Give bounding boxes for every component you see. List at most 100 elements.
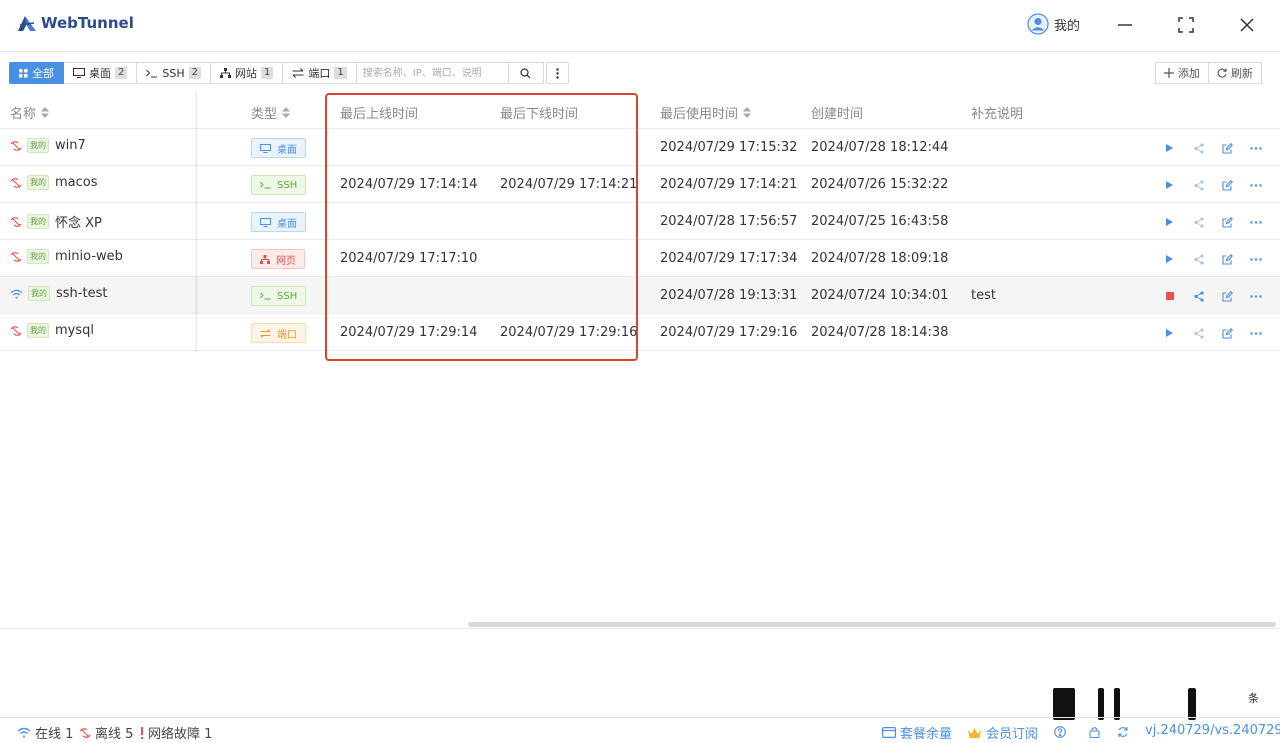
lock-icon[interactable] — [1089, 726, 1100, 738]
created-cell: 2024/07/28 18:09:18 — [811, 251, 949, 266]
help-icon[interactable] — [1054, 726, 1066, 738]
filter-desktop[interactable]: 桌面 2 — [64, 62, 138, 84]
offline-label: 离线 5 — [95, 727, 134, 742]
edit-button[interactable] — [1222, 216, 1250, 228]
table-row[interactable]: 我的 怀念 XP 桌面 2024/07/28 17:56:57 2024/07/25 1… — [0, 203, 1280, 240]
minimize-button[interactable] — [1114, 14, 1136, 36]
tunnel-name[interactable]: macos — [55, 175, 98, 190]
membership-link[interactable]: 会员订阅 — [967, 723, 1038, 742]
offline-count[interactable]: 离线 5 — [79, 723, 133, 742]
user-label: 我的 — [1054, 18, 1081, 34]
package-link[interactable]: 套餐余量 — [882, 723, 952, 742]
start-button[interactable] — [1166, 253, 1194, 265]
more-icon — [1250, 146, 1262, 150]
more-actions-button[interactable] — [1250, 253, 1278, 265]
share-icon — [1194, 216, 1204, 228]
edit-button[interactable] — [1222, 327, 1250, 339]
terminal-icon — [260, 181, 274, 189]
header-last-used[interactable]: 最后使用时间 — [660, 103, 752, 122]
more-options-button[interactable] — [545, 62, 569, 84]
tunnel-name[interactable]: 怀念 XP — [55, 212, 102, 231]
edit-button[interactable] — [1222, 142, 1250, 154]
overlay-mark — [1098, 688, 1104, 720]
more-icon — [1250, 294, 1262, 298]
start-button[interactable] — [1166, 179, 1194, 191]
share-button[interactable] — [1194, 327, 1222, 339]
filter-label: 端口 — [308, 67, 331, 80]
table-row[interactable]: 我的 mysql 端口 2024/07/29 17:29:14 2024/07/29 1… — [0, 314, 1280, 351]
tunnel-table: 名称 类型 最后上线时间 最后下线时间 最后使用时间 创建时间 补充说明 我的 … — [0, 92, 1280, 351]
start-button[interactable] — [1166, 216, 1194, 228]
search-input[interactable] — [356, 62, 509, 84]
add-button[interactable]: 添加 — [1155, 62, 1209, 84]
more-actions-button[interactable] — [1250, 142, 1278, 154]
online-count[interactable]: 在线 1 — [17, 723, 73, 742]
search-button[interactable] — [508, 62, 544, 84]
share-button[interactable] — [1194, 253, 1222, 265]
overlay-partial-text: 条 — [1248, 692, 1259, 705]
share-button[interactable] — [1194, 290, 1222, 302]
disconnected-icon — [10, 216, 22, 228]
stop-icon — [1166, 292, 1174, 300]
tunnel-name[interactable]: win7 — [55, 138, 86, 153]
header-label: 名称 — [10, 107, 37, 122]
more-actions-button[interactable] — [1250, 290, 1278, 302]
play-icon — [1166, 181, 1173, 189]
tunnel-name[interactable]: mysql — [55, 323, 94, 338]
filter-port[interactable]: 端口 1 — [283, 62, 357, 84]
count-badge: 1 — [261, 67, 274, 79]
filter-label: 全部 — [32, 67, 54, 80]
plus-icon — [1164, 68, 1174, 78]
close-icon — [1240, 18, 1254, 32]
name-cell: 我的 win7 — [10, 138, 86, 153]
horizontal-scrollbar[interactable] — [468, 622, 1276, 627]
more-actions-button[interactable] — [1250, 327, 1278, 339]
monitor-icon — [260, 217, 274, 227]
header-name[interactable]: 名称 — [10, 103, 50, 122]
mine-badge: 我的 — [27, 323, 49, 338]
fixed-column-shadow — [195, 92, 199, 352]
tunnel-name[interactable]: minio-web — [55, 249, 123, 264]
table-row[interactable]: 我的 win7 桌面 2024/07/29 17:15:32 2024/07/28 18… — [0, 129, 1280, 166]
tunnel-name[interactable]: ssh-test — [56, 286, 107, 301]
share-button[interactable] — [1194, 216, 1222, 228]
edit-button[interactable] — [1222, 253, 1250, 265]
start-button[interactable] — [1166, 327, 1194, 339]
last-used-cell: 2024/07/28 17:56:57 — [660, 214, 798, 229]
refresh-button[interactable]: 刷新 — [1209, 62, 1262, 84]
filter-all[interactable]: 全部 — [9, 62, 64, 84]
start-button[interactable] — [1166, 142, 1194, 154]
row-actions — [1166, 216, 1278, 228]
share-button[interactable] — [1194, 142, 1222, 154]
more-actions-button[interactable] — [1250, 179, 1278, 191]
close-button[interactable] — [1236, 14, 1258, 36]
table-row[interactable]: 我的 minio-web 网页 2024/07/29 17:17:10 2024/07/… — [0, 240, 1280, 277]
play-icon — [1166, 329, 1173, 337]
header-type[interactable]: 类型 — [251, 103, 291, 122]
user-menu[interactable]: 我的 — [1027, 13, 1080, 35]
sync-icon[interactable] — [1117, 726, 1129, 738]
avatar-icon — [1027, 13, 1049, 35]
stop-button[interactable] — [1166, 290, 1194, 302]
table-row[interactable]: 我的 ssh-test SSH 2024/07/28 19:13:31 2024/07/… — [0, 277, 1280, 314]
filter-ssh[interactable]: SSH 2 — [137, 62, 211, 84]
search-icon — [520, 67, 531, 78]
table-row[interactable]: 我的 macos SSH 2024/07/29 17:14:14 2024/07/29 … — [0, 166, 1280, 203]
package-label: 套餐余量 — [900, 727, 953, 742]
edit-button[interactable] — [1222, 290, 1250, 302]
created-cell: 2024/07/26 15:32:22 — [811, 177, 949, 192]
sitemap-icon — [220, 68, 231, 78]
edit-icon — [1222, 327, 1233, 339]
maximize-button[interactable] — [1175, 14, 1197, 36]
more-actions-button[interactable] — [1250, 216, 1278, 228]
filter-website[interactable]: 网站 1 — [211, 62, 284, 84]
version-link[interactable]: vj.240729/vs.240729 — [1145, 723, 1280, 738]
edit-button[interactable] — [1222, 179, 1250, 191]
edit-icon — [1222, 142, 1233, 154]
name-cell: 我的 macos — [10, 175, 98, 190]
network-error-count[interactable]: 网络故障 1 — [140, 723, 212, 742]
app-logo: WebTunnel — [17, 14, 134, 32]
share-button[interactable] — [1194, 179, 1222, 191]
network-error-label: 网络故障 1 — [148, 727, 213, 742]
mine-badge: 我的 — [27, 214, 49, 229]
